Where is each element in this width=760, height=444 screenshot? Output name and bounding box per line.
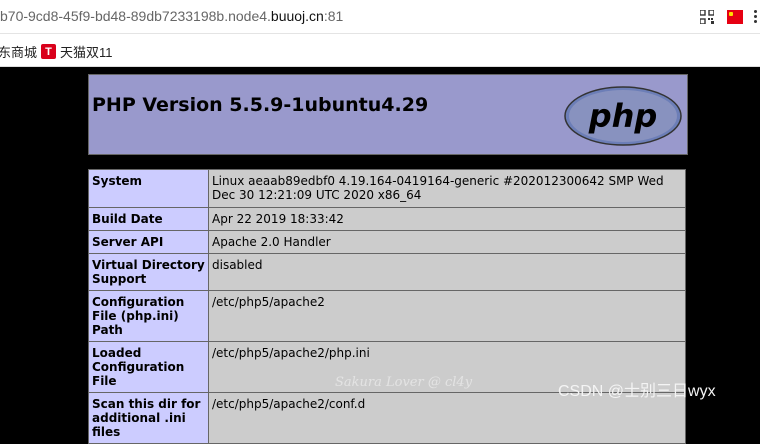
table-row: Build Date Apr 22 2019 18:33:42 <box>88 207 686 231</box>
phpinfo-header: PHP Version 5.5.9-1ubuntu4.29 php <box>88 74 688 155</box>
address-bar[interactable]: b70-9cd8-45f9-bd48-89db7233198b.node4.bu… <box>0 0 760 34</box>
row-key: Scan this dir for additional .ini files <box>88 392 209 444</box>
row-value: disabled <box>208 253 686 291</box>
row-value: Apr 22 2019 18:33:42 <box>208 207 686 231</box>
row-key: Loaded Configuration File <box>88 341 209 393</box>
bookmarks-bar: 东商城 T 天猫双11 <box>0 34 760 67</box>
page-title: PHP Version 5.5.9-1ubuntu4.29 <box>92 94 429 116</box>
url-port: :81 <box>323 8 344 24</box>
row-key: Build Date <box>88 207 209 231</box>
row-value: Linux aeaab89edbf0 4.19.164-0419164-gene… <box>208 169 686 208</box>
bookmark-item[interactable]: 东商城 <box>0 42 37 61</box>
row-key: Virtual Directory Support <box>88 253 209 291</box>
tmall-icon: T <box>41 44 56 59</box>
row-key: System <box>88 169 209 208</box>
row-value: /etc/php5/apache2 <box>208 290 686 342</box>
phpinfo-page: PHP Version 5.5.9-1ubuntu4.29 php System… <box>0 67 760 444</box>
watermark-sakura: Sakura Lover @ cl4y <box>335 375 473 390</box>
php-logo-text: php <box>588 97 658 135</box>
bookmark-label: 天猫双11 <box>60 45 113 60</box>
row-key: Configuration File (php.ini) Path <box>88 290 209 342</box>
more-menu-icon[interactable] <box>752 8 760 26</box>
table-row: System Linux aeaab89edbf0 4.19.164-04191… <box>88 169 686 208</box>
row-key: Server API <box>88 230 209 254</box>
url-host: buuoj.cn <box>270 8 324 24</box>
url-prefix: b70-9cd8-45f9-bd48-89db7233198b.node4. <box>0 8 271 24</box>
table-row: Virtual Directory Support disabled <box>88 253 686 291</box>
php-logo[interactable]: php <box>563 85 683 147</box>
table-row: Configuration File (php.ini) Path /etc/p… <box>88 290 686 342</box>
row-value: Apache 2.0 Handler <box>208 230 686 254</box>
table-row: Server API Apache 2.0 Handler <box>88 230 686 254</box>
phpinfo-table: System Linux aeaab89edbf0 4.19.164-04191… <box>88 169 686 444</box>
watermark-csdn: CSDN @士别三日wyx <box>558 383 716 400</box>
bookmark-item-tmall[interactable]: T 天猫双11 <box>41 42 113 61</box>
qr-code-icon[interactable] <box>700 10 714 24</box>
china-flag-icon[interactable] <box>727 10 743 24</box>
url-text[interactable]: b70-9cd8-45f9-bd48-89db7233198b.node4.bu… <box>0 8 343 24</box>
bookmark-label: 东商城 <box>0 45 38 60</box>
